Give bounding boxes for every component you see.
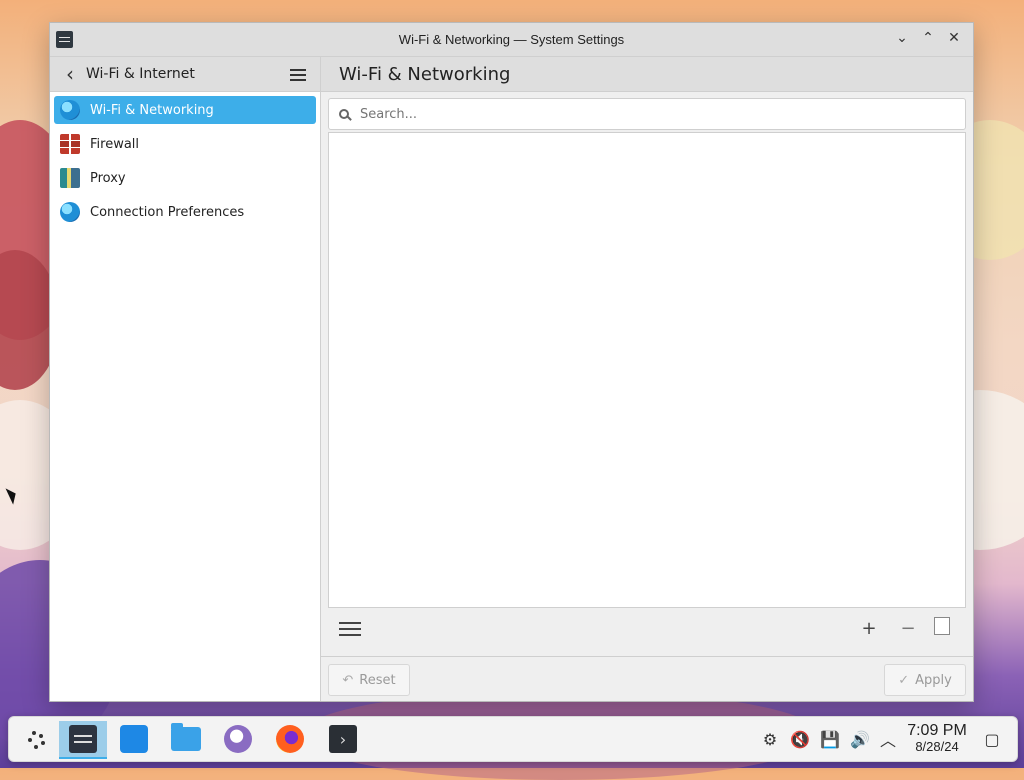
back-button[interactable]: ‹: [58, 62, 82, 86]
firewall-icon: [60, 134, 80, 154]
clock-time: 7:09 PM: [907, 722, 967, 739]
apply-button-label: Apply: [915, 672, 952, 688]
eagle-icon: [224, 725, 252, 753]
sidebar-item-connection-preferences[interactable]: Connection Preferences: [54, 198, 316, 226]
proxy-icon: [60, 168, 80, 188]
sidebar-title: Wi-Fi & Internet: [86, 66, 195, 82]
hamburger-menu-button[interactable]: [286, 62, 310, 86]
sidebar-item-firewall[interactable]: Firewall: [54, 130, 316, 158]
folder-icon: [171, 723, 201, 751]
globe-icon: [60, 100, 80, 120]
maximize-button[interactable]: ⌃: [919, 29, 937, 47]
close-button[interactable]: ✕: [945, 29, 963, 47]
undo-icon: ↶: [342, 672, 354, 688]
terminal-icon: ›: [329, 725, 357, 753]
volume-icon[interactable]: 🔊: [850, 729, 870, 749]
sidebar-item-label: Firewall: [90, 136, 140, 152]
taskbar-terminal[interactable]: ›: [319, 721, 367, 757]
sidebar-item-wifi-networking[interactable]: Wi-Fi & Networking: [54, 96, 316, 124]
checkmark-icon: ✓: [898, 672, 910, 688]
sidebar-item-label: Proxy: [90, 170, 126, 186]
taskbar-file-manager[interactable]: [162, 721, 210, 757]
save-icon[interactable]: 💾: [820, 729, 840, 749]
taskbar-system-settings[interactable]: [59, 721, 107, 759]
sidebar-item-label: Connection Preferences: [90, 204, 245, 220]
show-desktop-icon[interactable]: ▢: [982, 729, 1002, 749]
taskbar-discover[interactable]: [110, 721, 158, 757]
sidebar-nav-list: Wi-Fi & Networking Firewall Proxy Connec…: [50, 92, 320, 226]
system-settings-icon: [69, 725, 97, 753]
sidebar-item-proxy[interactable]: Proxy: [54, 164, 316, 192]
main-panel: Wi-Fi & Networking + − ↶ Reset ✓: [321, 57, 973, 701]
sidebar-item-label: Wi-Fi & Networking: [90, 102, 214, 118]
window-title: Wi-Fi & Networking — System Settings: [398, 32, 625, 47]
clock[interactable]: 7:09 PM 8/28/24: [906, 722, 968, 754]
firefox-icon: [276, 725, 304, 753]
taskbar-eagle-app[interactable]: [214, 721, 262, 757]
window-titlebar[interactable]: Wi-Fi & Networking — System Settings ⌄ ⌃…: [50, 23, 973, 57]
mute-icon[interactable]: 🔇: [790, 729, 810, 749]
launcher-icon: [26, 729, 46, 749]
application-launcher-button[interactable]: [12, 721, 60, 757]
reset-button-label: Reset: [359, 672, 396, 688]
clock-date: 8/28/24: [915, 739, 959, 754]
search-box[interactable]: [328, 98, 966, 130]
sidebar: ‹ Wi-Fi & Internet Wi-Fi & Networking Fi…: [50, 57, 321, 701]
settings-footer: ↶ Reset ✓ Apply: [321, 656, 973, 701]
reset-button[interactable]: ↶ Reset: [328, 664, 410, 696]
search-icon: [339, 109, 349, 119]
chevron-up-icon[interactable]: ︿: [878, 729, 898, 750]
search-input[interactable]: [358, 105, 922, 123]
connections-list[interactable]: [328, 132, 966, 608]
system-settings-app-icon: [56, 31, 73, 48]
remove-connection-button[interactable]: −: [896, 616, 920, 640]
sliders-icon[interactable]: [338, 617, 362, 641]
globe-icon: [60, 202, 80, 222]
connections-toolbar: + −: [328, 612, 964, 644]
export-icon[interactable]: [934, 617, 950, 635]
add-connection-button[interactable]: +: [857, 616, 881, 640]
page-title: Wi-Fi & Networking: [339, 63, 511, 85]
taskbar: › ⚙ 🔇 💾 🔊 ︿ 7:09 PM 8/28/24 ▢: [8, 716, 1018, 762]
discover-icon: [120, 725, 148, 753]
system-settings-window: Wi-Fi & Networking — System Settings ⌄ ⌃…: [49, 22, 974, 702]
apply-button[interactable]: ✓ Apply: [884, 664, 966, 696]
taskbar-firefox[interactable]: [266, 721, 314, 757]
minimize-button[interactable]: ⌄: [893, 29, 911, 47]
network-icon[interactable]: ⚙: [760, 729, 780, 749]
